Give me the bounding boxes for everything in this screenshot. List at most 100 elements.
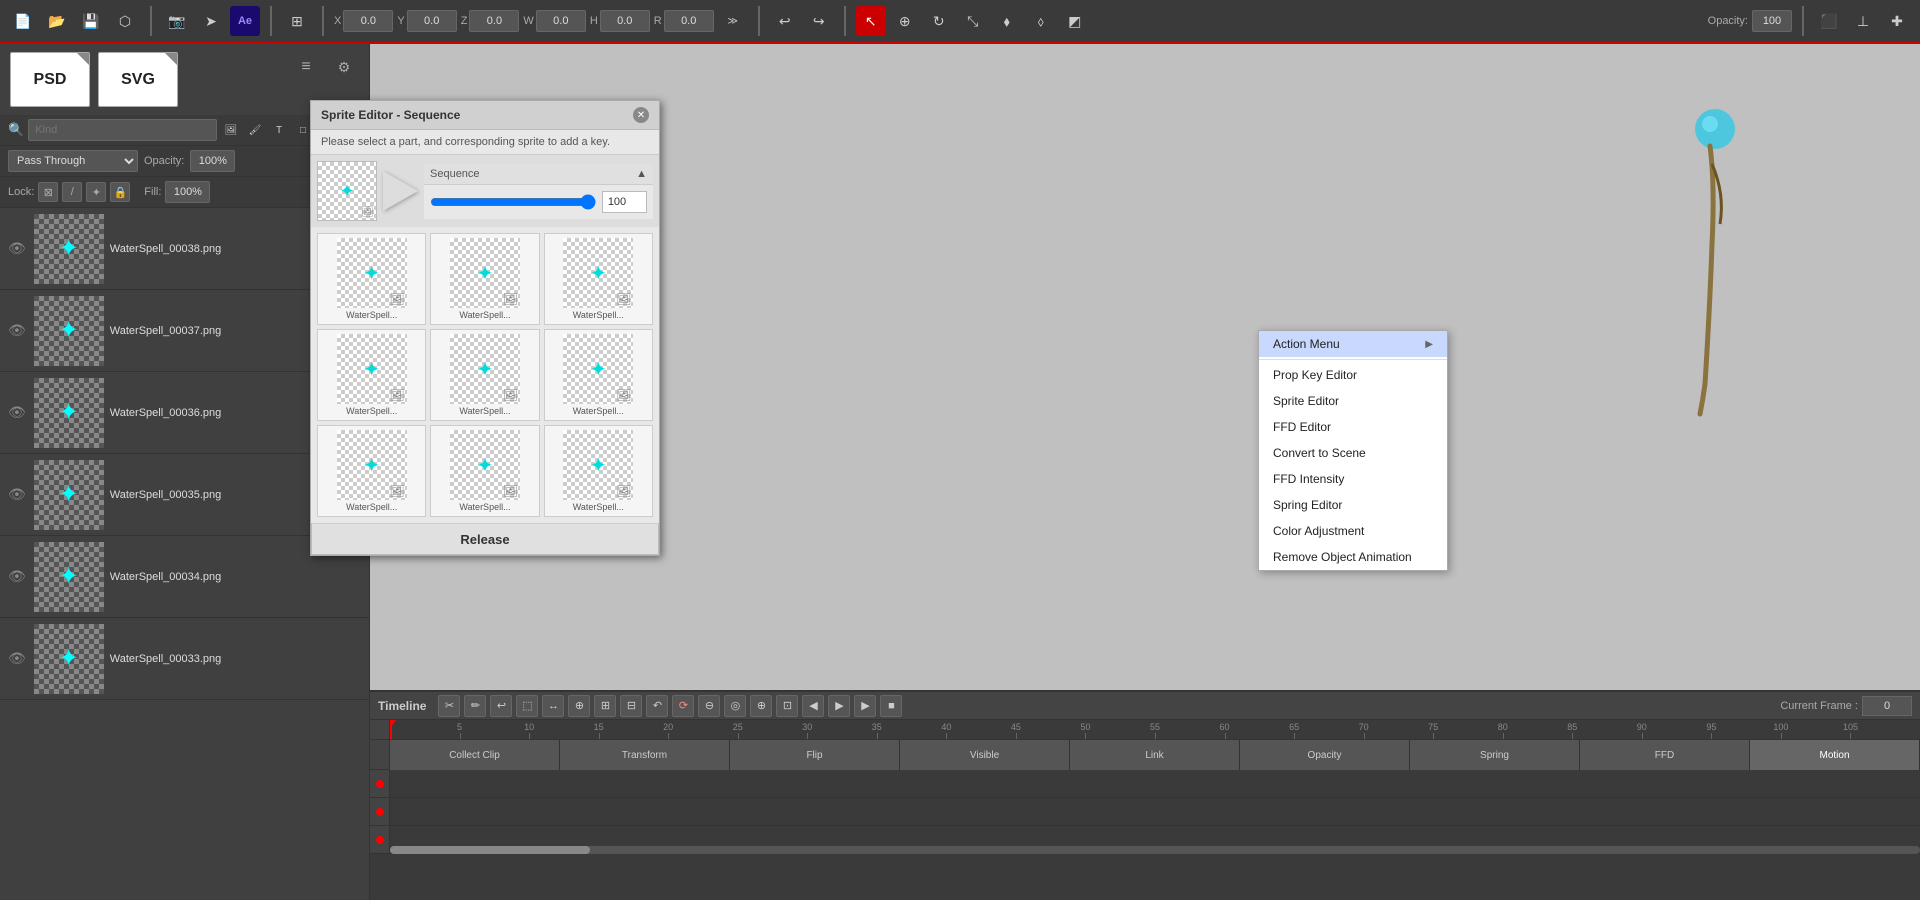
tl-next-key[interactable]: ▶ [828, 695, 850, 717]
transform-btn[interactable]: ⊕ [890, 6, 920, 36]
filter-brush-btn[interactable]: 🖌 [245, 120, 265, 140]
snap-btn[interactable]: ⊥ [1848, 6, 1878, 36]
blend-mode-select[interactable]: Pass Through [8, 150, 138, 172]
layer-item-5[interactable]: 👁 ✦ WaterSpell_00033.png [0, 618, 369, 700]
ctx-prop-key-editor[interactable]: Prop Key Editor [1259, 362, 1447, 388]
sprite-cell-1[interactable]: ✦ 🖼 WaterSpell... [430, 233, 539, 325]
svg-icon[interactable]: SVG [98, 52, 178, 107]
tl-btn-6[interactable]: ⊕ [568, 695, 590, 717]
new-btn[interactable]: 📄 [8, 6, 38, 36]
channel-spring[interactable]: Spring [1410, 740, 1580, 770]
dialog-close-btn[interactable]: ✕ [633, 107, 649, 123]
channel-link[interactable]: Link [1070, 740, 1240, 770]
panel-settings-btn[interactable]: ⚙ [329, 52, 359, 82]
layer-eye-1[interactable]: 👁 [8, 322, 26, 339]
ae-btn[interactable]: Ae [230, 6, 260, 36]
psd-icon[interactable]: PSD [10, 52, 90, 107]
ctx-ffd-editor[interactable]: FFD Editor [1259, 414, 1447, 440]
bone-btn[interactable]: ⬧ [992, 6, 1022, 36]
r-input[interactable] [664, 10, 714, 32]
current-frame-input[interactable] [1862, 696, 1912, 716]
scale-btn[interactable]: ⤡ [958, 6, 988, 36]
ctx-remove-object-animation[interactable]: Remove Object Animation [1259, 544, 1447, 570]
tool5-btn[interactable]: ⬨ [1026, 6, 1056, 36]
sprite-cell-6[interactable]: ✦ 🖼 WaterSpell... [317, 425, 426, 517]
tl-btn-4[interactable]: ⬚ [516, 695, 538, 717]
sprite-cell-8[interactable]: ✦ 🖼 WaterSpell... [544, 425, 653, 517]
y-input[interactable] [407, 10, 457, 32]
ctx-spring-editor[interactable]: Spring Editor [1259, 492, 1447, 518]
tl-btn-8[interactable]: ⊟ [620, 695, 642, 717]
tl-play-btn[interactable]: ▶ [854, 695, 876, 717]
ctx-action-menu[interactable]: Action Menu ▶ [1259, 331, 1447, 357]
tl-btn-2[interactable]: ✏ [464, 695, 486, 717]
x-input[interactable] [343, 10, 393, 32]
tl-zoom-out[interactable]: ⊖ [698, 695, 720, 717]
search-input[interactable] [28, 119, 217, 141]
ctx-color-adjustment[interactable]: Color Adjustment [1259, 518, 1447, 544]
sequence-value-input[interactable] [602, 191, 647, 213]
channel-ffd[interactable]: FFD [1580, 740, 1750, 770]
send-btn[interactable]: ➤ [196, 6, 226, 36]
preview-btn[interactable]: ⬛ [1814, 6, 1844, 36]
layer-eye-0[interactable]: 👁 [8, 240, 26, 257]
sprite-cell-4[interactable]: ✦ 🖼 WaterSpell... [430, 329, 539, 421]
tl-btn-7[interactable]: ⊞ [594, 695, 616, 717]
layer-eye-4[interactable]: 👁 [8, 568, 26, 585]
h-input[interactable] [600, 10, 650, 32]
search-icon[interactable]: 🔍 [8, 122, 24, 138]
filter-text-btn[interactable]: T [269, 120, 289, 140]
tl-stop-btn[interactable]: ■ [880, 695, 902, 717]
tl-btn-10[interactable]: ⟳ [672, 695, 694, 717]
z-input[interactable] [469, 10, 519, 32]
layer-eye-3[interactable]: 👁 [8, 486, 26, 503]
tl-prev-key[interactable]: ◀ [802, 695, 824, 717]
add-btn[interactable]: ✚ [1882, 6, 1912, 36]
fill-input[interactable] [165, 181, 210, 203]
opacity-input[interactable] [1752, 10, 1792, 32]
panel-menu-btn[interactable]: ≡ [291, 52, 321, 82]
save-btn[interactable]: 💾 [76, 6, 106, 36]
opacity-row-input[interactable] [190, 150, 235, 172]
channel-motion[interactable]: Motion [1750, 740, 1920, 770]
dialog-title-bar[interactable]: Sprite Editor - Sequence ✕ [311, 101, 659, 130]
more-btn[interactable]: ≫ [718, 6, 748, 36]
tl-zoom-in[interactable]: ⊕ [750, 695, 772, 717]
sequence-slider[interactable] [430, 194, 596, 210]
sprite-cell-5[interactable]: ✦ 🖼 WaterSpell... [544, 329, 653, 421]
layer-eye-5[interactable]: 👁 [8, 650, 26, 667]
tl-btn-3[interactable]: ↩ [490, 695, 512, 717]
sequence-collapse-btn[interactable]: ▲ [636, 168, 647, 180]
sprite-cell-2[interactable]: ✦ 🖼 WaterSpell... [544, 233, 653, 325]
channel-collect-clip[interactable]: Collect Clip [390, 740, 560, 770]
ctx-sprite-editor[interactable]: Sprite Editor [1259, 388, 1447, 414]
redo-btn[interactable]: ↪ [804, 6, 834, 36]
lock-draw-btn[interactable]: / [62, 182, 82, 202]
tl-btn-9[interactable]: ↶ [646, 695, 668, 717]
tl-btn-1[interactable]: ✂ [438, 695, 460, 717]
cam-btn[interactable]: 📷 [162, 6, 192, 36]
lock-all-btn[interactable]: 🔒 [110, 182, 130, 202]
sprite-cell-0[interactable]: ✦ 🖼 WaterSpell... [317, 233, 426, 325]
timeline-scrollbar[interactable] [390, 846, 1920, 854]
tl-fit-btn[interactable]: ⊡ [776, 695, 798, 717]
rotate-btn[interactable]: ↻ [924, 6, 954, 36]
channel-visible[interactable]: Visible [900, 740, 1070, 770]
channel-transform[interactable]: Transform [560, 740, 730, 770]
grid-btn[interactable]: ⊞ [282, 6, 312, 36]
undo-btn[interactable]: ↩ [770, 6, 800, 36]
open-btn[interactable]: 📂 [42, 6, 72, 36]
tool6-btn[interactable]: ◩ [1060, 6, 1090, 36]
channel-flip[interactable]: Flip [730, 740, 900, 770]
ctx-ffd-intensity[interactable]: FFD Intensity [1259, 466, 1447, 492]
sprite-cell-3[interactable]: ✦ 🖼 WaterSpell... [317, 329, 426, 421]
export-btn[interactable]: ⬡ [110, 6, 140, 36]
lock-pos-btn[interactable]: ⊠ [38, 182, 58, 202]
tl-zoom-reset[interactable]: ◎ [724, 695, 746, 717]
sprite-cell-7[interactable]: ✦ 🖼 WaterSpell... [430, 425, 539, 517]
tl-btn-5[interactable]: ↔ [542, 695, 564, 717]
filter-img-btn[interactable]: 🖼 [221, 120, 241, 140]
w-input[interactable] [536, 10, 586, 32]
ctx-convert-to-scene[interactable]: Convert to Scene [1259, 440, 1447, 466]
select-btn[interactable]: ↖ [856, 6, 886, 36]
